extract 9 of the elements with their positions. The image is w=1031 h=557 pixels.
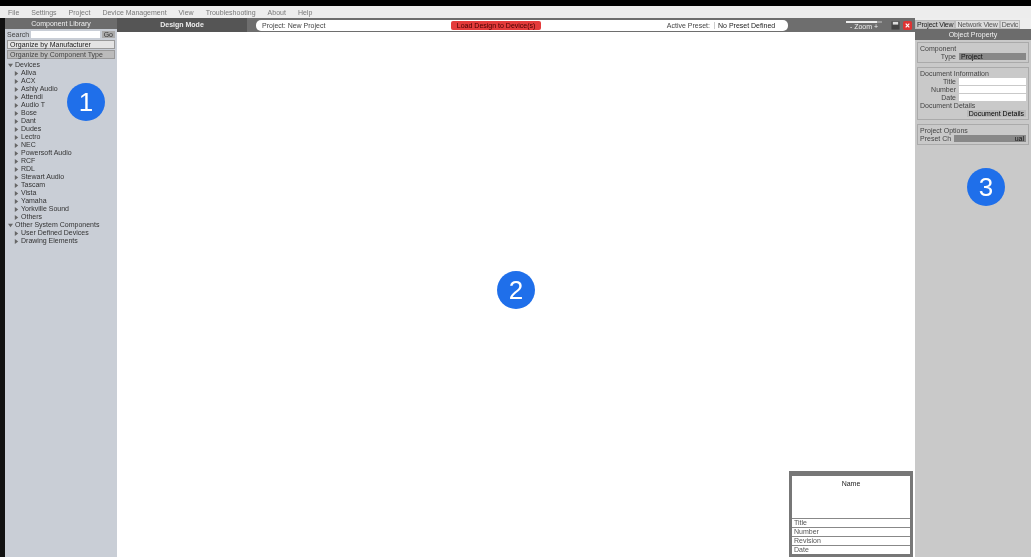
caret-icon[interactable] [8, 62, 13, 68]
text-field[interactable] [959, 78, 1026, 85]
caret-icon[interactable] [8, 222, 13, 228]
search-field[interactable] [31, 31, 100, 38]
text-field[interactable] [959, 94, 1026, 101]
save-icon[interactable] [891, 20, 900, 30]
close-icon[interactable] [903, 20, 912, 30]
zoom-slider[interactable] [846, 20, 882, 23]
text-field[interactable] [959, 86, 1026, 93]
